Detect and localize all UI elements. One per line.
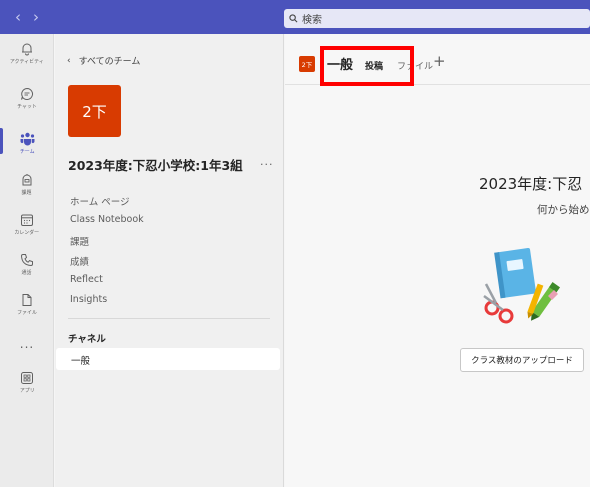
history-nav: ‹ › <box>0 0 54 34</box>
rail-label: 通話 <box>22 270 32 276</box>
rail-item-activity[interactable]: アクティビティ <box>0 42 54 65</box>
search-placeholder: 検索 <box>302 15 322 26</box>
rail-item-calendar[interactable]: カレンダー <box>0 213 54 236</box>
rail-label: アクティビティ <box>10 59 44 65</box>
team-name: 2023年度:下忍小学校:1年3組 <box>68 158 243 173</box>
channel-item-general[interactable]: 一般 <box>56 348 280 370</box>
rail-item-files[interactable]: ファイル <box>0 293 54 316</box>
team-more-options-button[interactable]: ... <box>260 155 274 168</box>
chevron-left-icon: ‹ <box>67 55 71 66</box>
channel-label: 一般 <box>71 356 91 367</box>
back-arrow-icon[interactable]: ‹ <box>15 8 21 26</box>
rail-item-assignments[interactable]: 課題 <box>0 173 54 196</box>
channel-header: 2下 一般 投稿 ファイル + <box>285 34 590 86</box>
rail-label: チーム <box>19 149 35 155</box>
calendar-icon <box>21 214 33 226</box>
phone-icon <box>20 254 33 267</box>
rail-item-teams[interactable]: チーム <box>0 132 54 155</box>
rail-item-apps[interactable]: アプリ <box>0 371 54 394</box>
team-avatar: 2下 <box>68 85 121 137</box>
add-tab-button[interactable]: + <box>433 52 446 70</box>
team-menu-home[interactable]: ホーム ページ <box>70 194 130 208</box>
highlight-annotation-box <box>320 46 414 86</box>
channel-main: 2下 一般 投稿 ファイル + 2023年度:下忍 何から始め クラス教材のアッ… <box>285 34 590 487</box>
all-teams-label: すべてのチーム <box>78 57 141 67</box>
rail-more-button[interactable]: ... <box>0 337 54 351</box>
rail-label: アプリ <box>19 388 35 394</box>
class-materials-illustration <box>483 248 560 324</box>
app-rail: アクティビティ チャット チーム 課題 カレンダー 通話 ファイル ... アプ… <box>0 34 54 487</box>
rail-item-chat[interactable]: チャット <box>0 87 54 110</box>
all-teams-link[interactable]: ‹ すべてのチーム <box>67 54 141 68</box>
team-menu-grades[interactable]: 成績 <box>70 254 89 268</box>
channel-team-avatar: 2下 <box>299 56 315 72</box>
divider <box>68 318 270 319</box>
welcome-title: 2023年度:下忍 <box>479 175 583 193</box>
search-icon <box>289 14 298 23</box>
team-menu-class-notebook[interactable]: Class Notebook <box>70 214 144 225</box>
team-menu-insights[interactable]: Insights <box>70 294 107 305</box>
rail-item-calls[interactable]: 通話 <box>0 253 54 276</box>
team-menu-reflect[interactable]: Reflect <box>70 274 103 285</box>
rail-label: 課題 <box>22 190 32 196</box>
upload-class-materials-button[interactable]: クラス教材のアップロード <box>460 348 584 372</box>
forward-arrow-icon[interactable]: › <box>33 8 39 26</box>
bell-icon <box>22 43 32 56</box>
teams-icon <box>20 132 34 146</box>
title-bar: ‹ › 検索 <box>0 0 590 34</box>
search-input[interactable]: 検索 <box>284 9 590 28</box>
rail-label: ファイル <box>17 310 37 316</box>
team-pane: ‹ すべてのチーム 2下 2023年度:下忍小学校:1年3組 ... ホーム ペ… <box>55 34 284 487</box>
teams-window: ‹ › 検索 アクティビティ チャット チーム 課題 カレンダー 通話 ファイル… <box>0 0 590 487</box>
assignments-icon <box>22 174 32 186</box>
rail-label: カレンダー <box>14 230 40 236</box>
chat-icon <box>21 87 33 100</box>
rail-label: チャット <box>17 104 37 110</box>
file-icon <box>22 294 32 306</box>
apps-icon <box>21 372 33 384</box>
team-menu-assignments[interactable]: 課題 <box>70 234 89 248</box>
welcome-subtitle: 何から始め <box>537 204 590 216</box>
channels-header: チャネル <box>68 334 106 345</box>
